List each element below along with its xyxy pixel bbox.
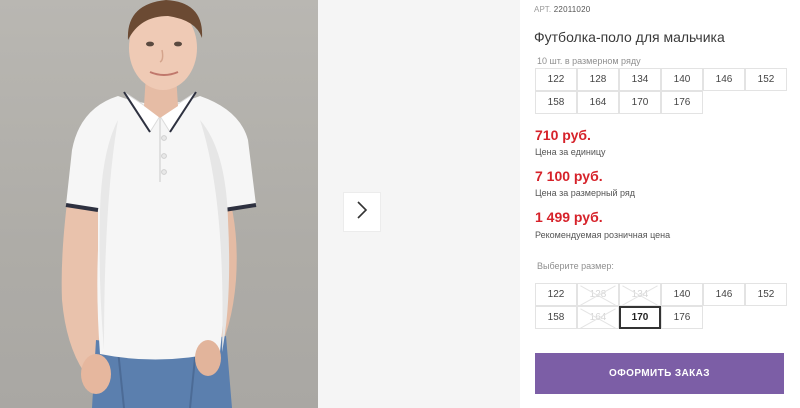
place-order-button[interactable]: ОФОРМИТЬ ЗАКАЗ: [535, 353, 784, 394]
pack-size-cell: 170: [619, 91, 661, 114]
unit-price: 710 руб.: [535, 127, 591, 143]
size-option[interactable]: 176: [661, 306, 703, 329]
pack-size-cell: 128: [577, 68, 619, 91]
unit-price-label: Цена за единицу: [535, 147, 606, 157]
size-option[interactable]: 158: [535, 306, 577, 329]
pack-size-cell: 158: [535, 91, 577, 114]
pack-size-cell: 122: [535, 68, 577, 91]
retail-price-label: Рекомендуемая розничная цена: [535, 230, 671, 240]
product-title: Футболка-поло для мальчика: [534, 29, 725, 45]
pack-size-cell: 134: [619, 68, 661, 91]
chevron-right-icon: [356, 200, 368, 224]
product-info: АРТ. 22011020 Футболка-поло для мальчика…: [534, 0, 800, 408]
size-option[interactable]: 164: [577, 306, 619, 329]
size-option[interactable]: 122: [535, 283, 577, 306]
product-gallery: [0, 0, 520, 408]
sku-value: 22011020: [553, 5, 591, 14]
pack-size-cell: 140: [661, 68, 703, 91]
pack-size-cell: 176: [661, 91, 703, 114]
sku-label: АРТ.: [534, 5, 552, 14]
size-option[interactable]: 128: [577, 283, 619, 306]
size-row-price-label: Цена за размерный ряд: [535, 188, 636, 198]
size-option[interactable]: 152: [745, 283, 787, 306]
size-row-note: 10 шт. в размерном ряду: [537, 56, 641, 66]
size-picker: 122 128 134 140 146 152 158 164 170 176: [535, 283, 787, 329]
pack-sizes-grid: 122 128 134 140 146 152 158 164 170 176: [535, 68, 787, 114]
product-sku: АРТ. 22011020: [534, 5, 590, 14]
pack-size-cell: 152: [745, 68, 787, 91]
pack-size-cell: 164: [577, 91, 619, 114]
size-option[interactable]: 170: [619, 306, 661, 329]
size-option[interactable]: 134: [619, 283, 661, 306]
product-photo: [0, 0, 318, 408]
size-option[interactable]: 146: [703, 283, 745, 306]
gallery-next-button[interactable]: [343, 192, 381, 232]
boy-in-polo-illustration: [61, 0, 257, 408]
pack-size-cell: 146: [703, 68, 745, 91]
retail-price: 1 499 руб.: [535, 209, 603, 225]
size-row-price: 7 100 руб.: [535, 168, 603, 184]
size-option[interactable]: 140: [661, 283, 703, 306]
choose-size-label: Выберите размер:: [537, 261, 614, 271]
